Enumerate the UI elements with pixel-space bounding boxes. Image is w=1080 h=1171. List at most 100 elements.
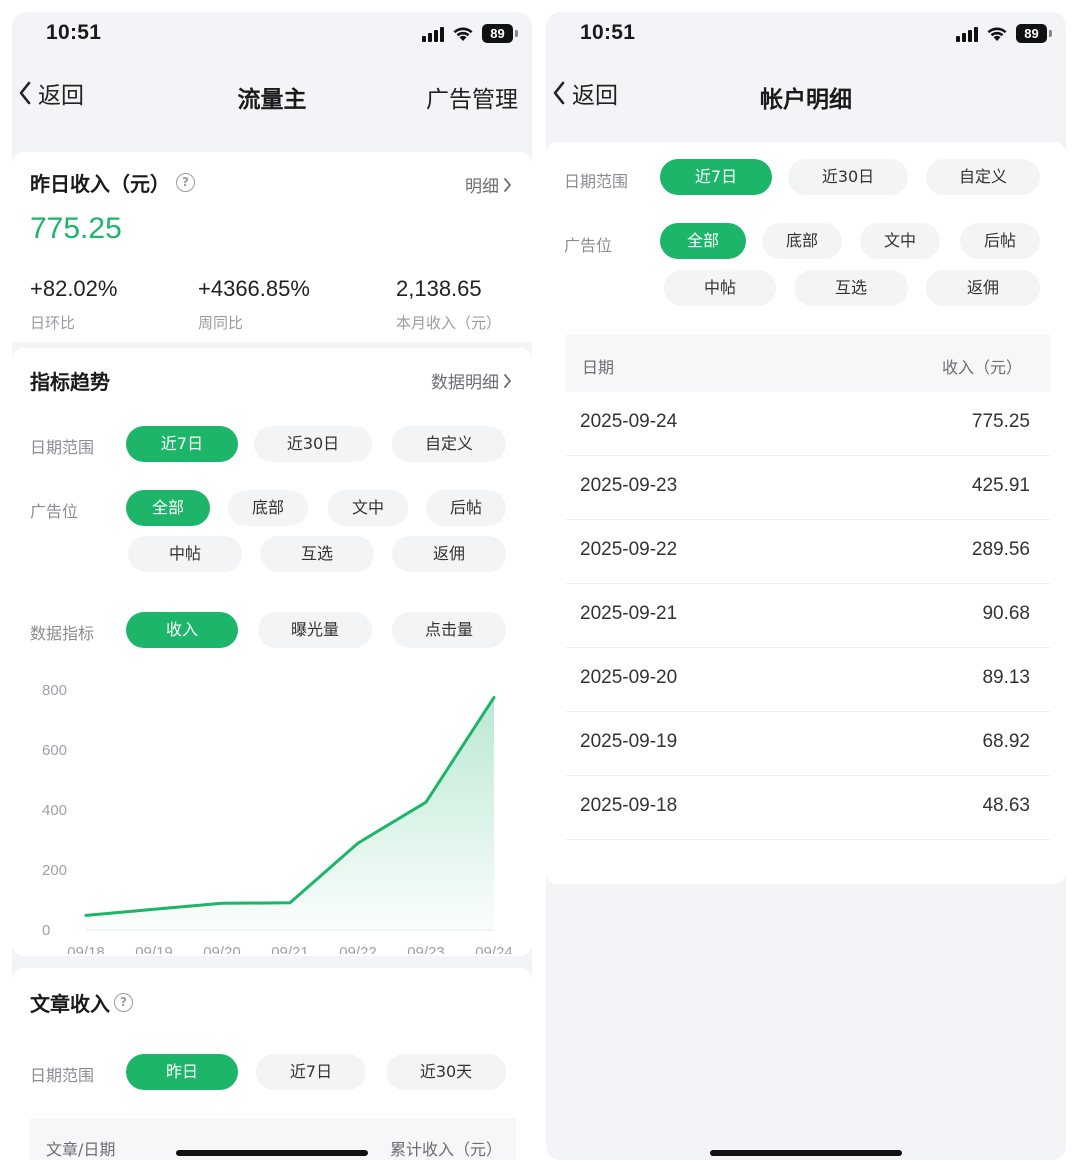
table-row: 2025-09-23 425.91: [566, 456, 1050, 520]
ad-management-link[interactable]: 广告管理: [426, 80, 518, 114]
battery-icon: 89: [1016, 24, 1052, 43]
status-time: 10:51: [580, 21, 636, 44]
x-tick-label: 09/18: [67, 944, 105, 954]
status-bar: 10:51 89: [12, 12, 532, 58]
row-income: 775.25: [971, 411, 1030, 432]
row-date: 2025-09-18: [580, 795, 678, 816]
article-date-30d[interactable]: 近30天: [386, 1054, 506, 1090]
data-detail-label: 数据明细: [431, 373, 499, 393]
y-tick-label: 0: [42, 922, 50, 939]
chevron-right-icon: [504, 373, 512, 388]
help-icon[interactable]: ?: [114, 993, 133, 1012]
ad-option-post[interactable]: 后帖: [426, 490, 506, 526]
ad-option-bottom[interactable]: 底部: [762, 223, 842, 259]
series-area: [86, 697, 494, 930]
ad-option-mid[interactable]: 中帖: [128, 536, 242, 572]
table-row: 2025-09-19 68.92: [566, 712, 1050, 776]
table-header: 日期 收入（元）: [566, 334, 1050, 392]
ad-option-mid[interactable]: 中帖: [664, 270, 776, 306]
date-option-30d[interactable]: 近30日: [788, 159, 908, 195]
table-row: 2025-09-18 48.63: [566, 776, 1050, 840]
left-screen: 10:51 89 返回 流量主 广告管理 昨日收入（元） ? 明细 775.25…: [12, 12, 532, 1160]
row-date: 2025-09-22: [580, 539, 678, 560]
row-date: 2025-09-21: [580, 603, 678, 624]
row-date: 2025-09-20: [580, 667, 678, 688]
ad-option-mutual[interactable]: 互选: [260, 536, 374, 572]
back-button[interactable]: 返回: [552, 76, 618, 110]
cellular-signal-icon: [422, 26, 444, 42]
home-indicator: [176, 1150, 368, 1156]
ad-option-in-article[interactable]: 文中: [328, 490, 408, 526]
metric-option-impressions[interactable]: 曝光量: [258, 612, 372, 648]
row-income: 289.56: [971, 539, 1030, 560]
battery-level: 89: [1016, 24, 1047, 43]
day-over-day-label: 日环比: [30, 314, 76, 332]
detail-link[interactable]: 明细: [465, 172, 512, 197]
battery-icon: 89: [482, 24, 518, 43]
ad-slot-label: 广告位: [30, 502, 79, 521]
x-tick-label: 09/20: [203, 944, 241, 954]
row-date: 2025-09-19: [580, 731, 678, 752]
row-income: 48.63: [982, 795, 1030, 816]
status-bar: 10:51 89: [546, 12, 1066, 58]
date-option-30d[interactable]: 近30日: [254, 426, 372, 462]
ad-option-rebate[interactable]: 返佣: [392, 536, 506, 572]
date-option-7d[interactable]: 近7日: [660, 159, 772, 195]
col-date: 日期: [582, 358, 615, 377]
x-tick-label: 09/24: [475, 944, 513, 954]
row-income: 425.91: [971, 475, 1030, 496]
ad-option-all[interactable]: 全部: [660, 223, 746, 259]
date-range-label: 日期范围: [564, 172, 629, 191]
back-label: 返回: [38, 83, 84, 109]
x-tick-label: 09/19: [135, 944, 173, 954]
trend-card: 指标趋势 数据明细 日期范围 近7日 近30日 自定义 广告位 全部 底部 文中…: [12, 348, 532, 956]
detail-link-label: 明细: [465, 177, 499, 197]
table-row: 2025-09-24 775.25: [566, 392, 1050, 456]
ad-option-post[interactable]: 后帖: [960, 223, 1040, 259]
ad-option-mutual[interactable]: 互选: [794, 270, 908, 306]
article-date-7d[interactable]: 近7日: [256, 1054, 366, 1090]
trend-title: 指标趋势: [30, 370, 110, 394]
date-option-custom[interactable]: 自定义: [392, 426, 506, 462]
y-tick-label: 400: [42, 802, 67, 819]
nav-bar: 返回 流量主 广告管理: [12, 70, 532, 120]
article-income-title: 文章收入: [30, 992, 110, 1016]
article-date-yesterday[interactable]: 昨日: [126, 1054, 238, 1090]
ad-option-bottom[interactable]: 底部: [228, 490, 308, 526]
page-title: 帐户明细: [760, 87, 852, 113]
cellular-signal-icon: [956, 26, 978, 42]
income-trend-chart: 0 200 400 600 800 09/18 09/19 09/20 09/21 09/22 09…: [42, 682, 513, 954]
metric-option-income[interactable]: 收入: [126, 612, 238, 648]
col-cumulative-income: 累计收入（元）: [389, 1140, 502, 1159]
ad-option-rebate[interactable]: 返佣: [926, 270, 1040, 306]
row-income: 68.92: [982, 731, 1030, 752]
nav-bar: 返回 帐户明细: [546, 70, 1066, 120]
wifi-icon: [986, 26, 1008, 42]
home-indicator: [710, 1150, 902, 1156]
right-screen: 10:51 89 返回 帐户明细 日期范围 近7日 近30日 自定义 广告位 全…: [546, 12, 1066, 1160]
table-row: 2025-09-21 90.68: [566, 584, 1050, 648]
chevron-left-icon: [553, 81, 565, 105]
x-tick-label: 09/23: [407, 944, 445, 954]
row-income: 89.13: [982, 667, 1030, 688]
back-button[interactable]: 返回: [18, 76, 84, 110]
article-date-range-label: 日期范围: [30, 1066, 95, 1085]
metric-label: 数据指标: [30, 624, 95, 643]
date-range-label: 日期范围: [30, 438, 95, 457]
yesterday-income-title: 昨日收入（元）: [30, 172, 170, 196]
y-tick-label: 600: [42, 742, 67, 759]
yesterday-income-card: 昨日收入（元） ? 明细 775.25 +82.02% 日环比 +4366.85…: [12, 152, 532, 342]
account-detail-card: 日期范围 近7日 近30日 自定义 广告位 全部 底部 文中 后帖 中帖 互选 …: [546, 142, 1066, 884]
ad-option-all[interactable]: 全部: [126, 490, 210, 526]
help-icon[interactable]: ?: [176, 173, 195, 192]
chevron-left-icon: [19, 81, 31, 105]
row-date: 2025-09-24: [580, 411, 678, 432]
yesterday-income-amount: 775.25: [30, 212, 122, 245]
metric-option-clicks[interactable]: 点击量: [392, 612, 506, 648]
date-option-custom[interactable]: 自定义: [926, 159, 1040, 195]
date-option-7d[interactable]: 近7日: [126, 426, 238, 462]
status-time: 10:51: [46, 21, 102, 44]
x-tick-label: 09/21: [271, 944, 309, 954]
ad-option-in-article[interactable]: 文中: [860, 223, 940, 259]
data-detail-link[interactable]: 数据明细: [431, 368, 512, 393]
